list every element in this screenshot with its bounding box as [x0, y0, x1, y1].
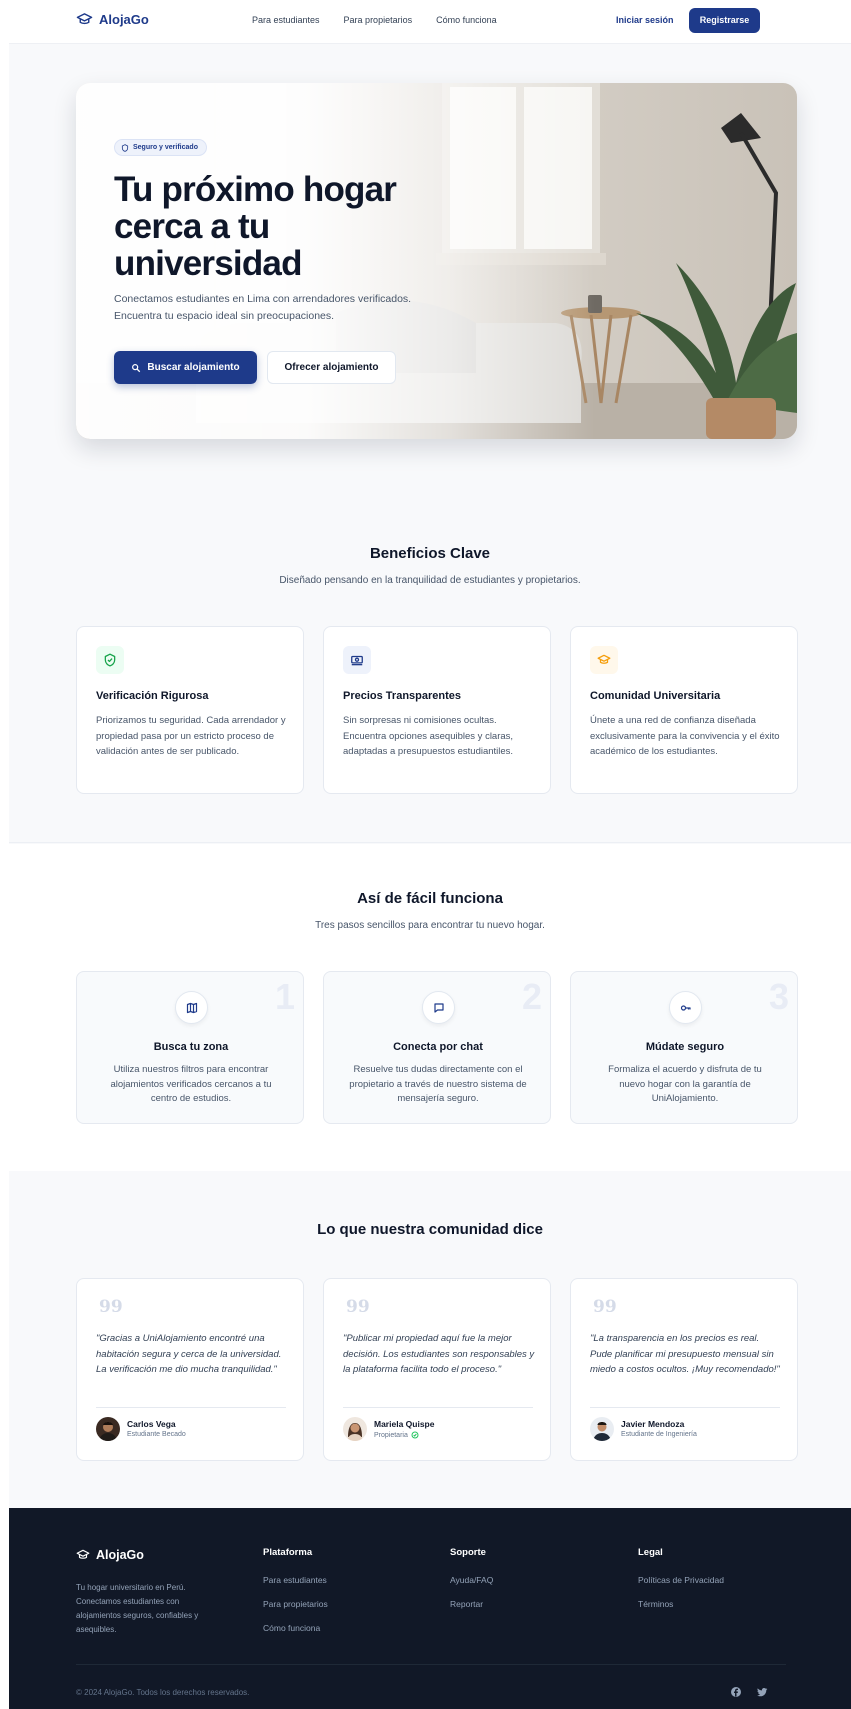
- benefits-title: Beneficios Clave: [369, 545, 491, 562]
- steps-subtitle: Tres pasos sencillos para encontrar tu n…: [315, 920, 545, 931]
- benefit-text: Únete a una red de confianza diseñada ex…: [590, 715, 780, 757]
- footer-link-how-it-works[interactable]: Cómo funciona: [263, 1623, 320, 1633]
- testimonials-title: Lo que nuestra comunidad dice: [317, 1221, 543, 1238]
- testimonial-role: Propietaria: [374, 1431, 408, 1439]
- step-number: 2: [521, 976, 542, 1017]
- divider: [96, 1407, 286, 1408]
- avatar: [343, 1417, 367, 1441]
- search-accommodation-label: Buscar alojamiento: [147, 362, 240, 373]
- benefit-card-community: Comunidad Universitaria Únete a una red …: [570, 626, 798, 794]
- step-title: Múdate seguro: [645, 1041, 725, 1053]
- quote-icon: 99: [99, 1297, 123, 1317]
- shield-check-icon: [104, 653, 116, 667]
- steps-title: Así de fácil funciona: [357, 890, 503, 907]
- benefit-text: Sin sorpresas ni comisiones ocultas. Enc…: [343, 715, 514, 757]
- footer-logo[interactable]: AlojaGo: [76, 1548, 144, 1562]
- step-title: Conecta por chat: [393, 1041, 483, 1053]
- hero-subtitle: Conectamos estudiantes en Lima con arren…: [114, 293, 412, 322]
- search-accommodation-button[interactable]: Buscar alojamiento: [114, 351, 257, 384]
- copyright: © 2024 AlojaGo. Todos los derechos reser…: [76, 1688, 250, 1697]
- footer-description: Tu hogar universitario en Perú. Conectam…: [76, 1583, 199, 1634]
- twitter-icon[interactable]: [756, 1686, 768, 1698]
- footer-link-privacy[interactable]: Políticas de Privacidad: [638, 1575, 724, 1585]
- brand-logo[interactable]: AlojaGo: [76, 11, 149, 28]
- testimonial-quote: "Gracias a UniAlojamiento encontré una h…: [96, 1333, 282, 1375]
- nav-link-how-it-works[interactable]: Cómo funciona: [436, 15, 497, 25]
- step-number: 1: [274, 976, 295, 1017]
- benefit-title: Verificación Rigurosa: [96, 690, 209, 702]
- testimonial-card: 99 "Gracias a UniAlojamiento encontré un…: [76, 1278, 304, 1461]
- benefits-subtitle: Diseñado pensando en la tranquilidad de …: [279, 575, 581, 586]
- footer-link-report[interactable]: Reportar: [450, 1599, 483, 1609]
- quote-icon: 99: [593, 1297, 617, 1317]
- offer-accommodation-button[interactable]: Ofrecer alojamiento: [267, 351, 396, 384]
- chat-icon: [433, 1002, 444, 1013]
- graduation-cap-icon: [76, 1549, 90, 1559]
- avatar: [96, 1417, 120, 1441]
- step-card-chat: 2 Conecta por chat Resuelve tus dudas di…: [323, 971, 551, 1124]
- brand-name: AlojaGo: [99, 12, 149, 27]
- footer: AlojaGo Tu hogar universitario en Perú. …: [9, 1508, 851, 1709]
- nav-link-students[interactable]: Para estudiantes: [252, 15, 320, 25]
- benefit-title: Comunidad Universitaria: [590, 690, 721, 702]
- benefit-card-verification: Verificación Rigurosa Priorizamos tu seg…: [76, 626, 304, 794]
- verified-badge: Seguro y verificado: [114, 139, 207, 156]
- testimonial-role: Estudiante de Ingeniería: [621, 1431, 697, 1438]
- avatar: [590, 1417, 614, 1441]
- facebook-icon[interactable]: [730, 1686, 742, 1698]
- testimonial-role: Estudiante Becado: [127, 1431, 186, 1438]
- testimonial-name: Javier Mendoza: [621, 1419, 685, 1429]
- benefit-card-prices: Precios Transparentes Sin sorpresas ni c…: [323, 626, 551, 794]
- hero-title: Tu próximo hogar cerca a tu universidad: [114, 170, 397, 283]
- step-text: Formaliza el acuerdo y disfruta de tu nu…: [608, 1064, 762, 1104]
- footer-col-title-legal: Legal: [638, 1547, 663, 1558]
- testimonial-name: Carlos Vega: [127, 1419, 176, 1429]
- divider: [343, 1407, 533, 1408]
- footer-col-title-platform: Plataforma: [263, 1547, 313, 1558]
- verified-check-icon: [411, 1431, 419, 1439]
- shield-icon: [121, 143, 129, 152]
- section-divider: [9, 842, 851, 843]
- search-icon: [132, 363, 141, 372]
- top-navbar: AlojaGo Para estudiantes Para propietari…: [9, 0, 851, 44]
- step-text: Utiliza nuestros filtros para encontrar …: [110, 1064, 272, 1104]
- footer-link-students[interactable]: Para estudiantes: [263, 1575, 327, 1585]
- nav-link-owners[interactable]: Para propietarios: [344, 15, 413, 25]
- footer-link-faq[interactable]: Ayuda/FAQ: [450, 1575, 493, 1585]
- testimonial-quote: "La transparencia en los precios es real…: [590, 1333, 780, 1375]
- graduation-cap-icon: [76, 13, 93, 25]
- footer-divider: [76, 1664, 786, 1665]
- divider: [590, 1407, 780, 1408]
- benefit-title: Precios Transparentes: [343, 690, 462, 702]
- money-icon: [351, 655, 363, 666]
- quote-icon: 99: [346, 1297, 370, 1317]
- map-icon: [186, 1002, 197, 1013]
- signup-button[interactable]: Registrarse: [689, 8, 760, 33]
- step-text: Resuelve tus dudas directamente con el p…: [349, 1064, 527, 1104]
- testimonial-quote: "Publicar mi propiedad aquí fue la mejor…: [343, 1333, 535, 1375]
- graduation-cap-icon: [597, 654, 611, 664]
- testimonial-card: 99 "Publicar mi propiedad aquí fue la me…: [323, 1278, 551, 1461]
- login-link[interactable]: Iniciar sesión: [616, 15, 674, 25]
- badge-label: Seguro y verificado: [133, 144, 198, 151]
- footer-link-terms[interactable]: Términos: [638, 1599, 673, 1609]
- benefit-text: Priorizamos tu seguridad. Cada arrendado…: [96, 715, 286, 757]
- footer-link-owners[interactable]: Para propietarios: [263, 1599, 328, 1609]
- testimonial-card: 99 "La transparencia en los precios es r…: [570, 1278, 798, 1461]
- step-card-move: 3 Múdate seguro Formaliza el acuerdo y d…: [570, 971, 798, 1124]
- key-icon: [680, 1004, 691, 1011]
- hero-banner: Seguro y verificado Tu próximo hogar cer…: [76, 83, 797, 439]
- footer-col-title-support: Soporte: [450, 1547, 486, 1558]
- footer-brand-name: AlojaGo: [96, 1548, 144, 1562]
- step-card-search: 1 Busca tu zona Utiliza nuestros filtros…: [76, 971, 304, 1124]
- step-title: Busca tu zona: [153, 1041, 229, 1053]
- step-number: 3: [768, 976, 789, 1017]
- testimonial-name: Mariela Quispe: [374, 1419, 435, 1429]
